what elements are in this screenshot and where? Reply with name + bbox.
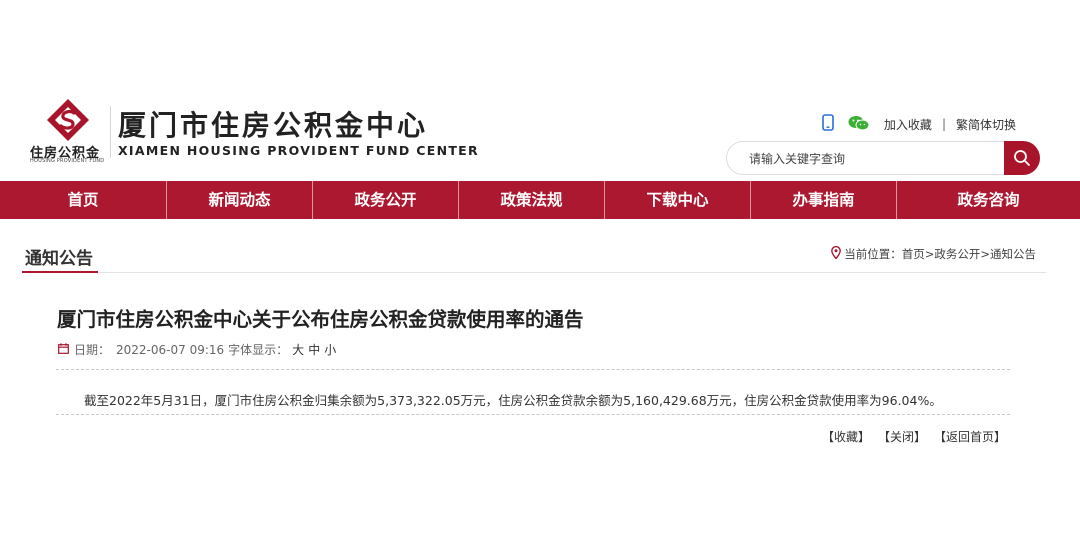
link-separator: | [941, 117, 946, 131]
nav-item-consult[interactable]: 政务咨询 [897, 181, 1080, 219]
logo-divider [110, 106, 111, 158]
font-size-large[interactable]: 大 [292, 341, 304, 358]
collect-link[interactable]: 【收藏】 [822, 428, 870, 445]
search-button[interactable] [1004, 141, 1040, 175]
section-title-underline [22, 271, 98, 273]
close-link[interactable]: 【关闭】 [878, 428, 926, 445]
font-size-label: 字体显示： [228, 343, 289, 357]
logo-emblem-icon [47, 99, 89, 141]
breadcrumb: 当前位置： 首页 > 政务公开 > 通知公告 [831, 245, 1036, 262]
search-icon [1014, 150, 1030, 166]
top-links: 加入收藏 | 繁简体切换 [822, 114, 1016, 134]
breadcrumb-home[interactable]: 首页 [902, 246, 925, 262]
logo-text-en: HOUSING PROVIDENT FUND [30, 158, 105, 164]
font-size-small[interactable]: 小 [324, 341, 336, 358]
article-body: 截至2022年5月31日，厦门市住房公积金归集余额为5,373,322.05万元… [84, 393, 942, 408]
article-title: 厦门市住房公积金中心关于公布住房公积金贷款使用率的通告 [57, 308, 584, 331]
site-logo[interactable] [46, 98, 90, 142]
date-label: 日期： [74, 343, 111, 357]
nav-item-news[interactable]: 新闻动态 [167, 181, 313, 219]
nav-item-home[interactable]: 首页 [0, 181, 167, 219]
breadcrumb-notices[interactable]: 通知公告 [990, 246, 1036, 262]
section-divider [22, 272, 1046, 273]
content-divider-bottom [56, 414, 1010, 415]
location-pin-icon [831, 245, 842, 262]
font-size-medium[interactable]: 中 [308, 341, 320, 358]
nav-item-gov-affairs[interactable]: 政务公开 [313, 181, 459, 219]
site-title: 厦门市住房公积金中心 [118, 109, 429, 142]
nav-item-service-guide[interactable]: 办事指南 [751, 181, 897, 219]
breadcrumb-gov-affairs[interactable]: 政务公开 [934, 246, 980, 262]
mobile-icon[interactable] [822, 114, 834, 134]
search-box [726, 141, 1040, 175]
main-nav: 首页 新闻动态 政务公开 政策法规 下载中心 办事指南 政务咨询 [0, 181, 1080, 219]
breadcrumb-sep: > [980, 247, 990, 261]
back-home-link[interactable]: 【返回首页】 [934, 428, 1006, 445]
nav-item-downloads[interactable]: 下载中心 [605, 181, 751, 219]
article-meta: 日期： 2022-06-07 09:16 字体显示： 大 中 小 [58, 341, 336, 358]
add-favorite-link[interactable]: 加入收藏 [884, 116, 932, 133]
publish-date: 2022-06-07 09:16 [116, 342, 225, 357]
site-subtitle: XIAMEN HOUSING PROVIDENT FUND CENTER [118, 143, 479, 158]
lang-switch-link[interactable]: 繁简体切换 [956, 116, 1016, 133]
section-title: 通知公告 [25, 249, 93, 269]
breadcrumb-prefix: 当前位置： [844, 247, 902, 261]
article-actions: 【收藏】 【关闭】 【返回首页】 [814, 428, 1006, 445]
wechat-icon[interactable] [848, 115, 870, 134]
breadcrumb-sep: > [924, 247, 935, 261]
calendar-icon [58, 342, 69, 357]
nav-item-policy[interactable]: 政策法规 [459, 181, 605, 219]
search-input[interactable] [747, 148, 1001, 170]
content-divider-top [56, 369, 1010, 370]
